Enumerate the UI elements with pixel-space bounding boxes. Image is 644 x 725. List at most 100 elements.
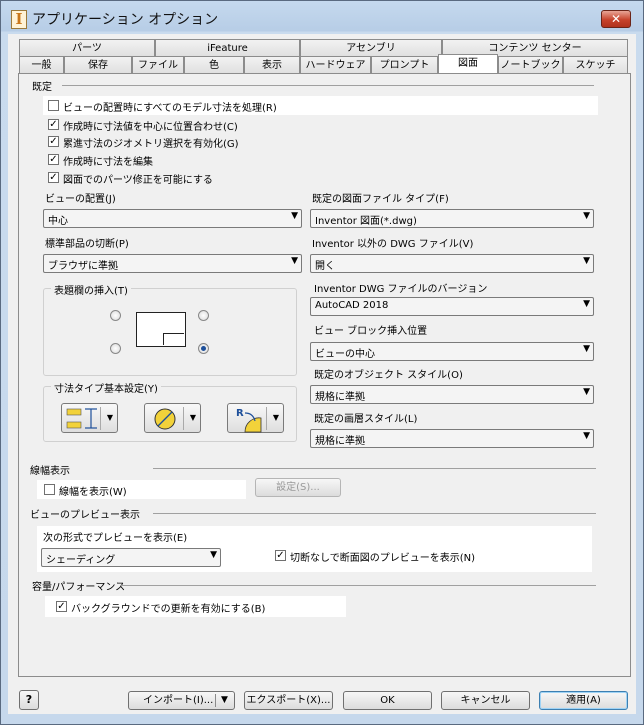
help-button[interactable]: ? (19, 690, 39, 710)
cancel-button[interactable]: キャンセル (441, 691, 530, 710)
preview-section-label: ビューのプレビュー表示 (30, 510, 140, 521)
ordinate-geometry-checkbox[interactable]: ✓ (48, 136, 59, 147)
tab-parts[interactable]: パーツ (19, 39, 155, 56)
chevron-down-icon: ▼ (189, 413, 196, 422)
layer-style-value: 規格に準拠 (315, 436, 365, 447)
section-preview-label: 切断なしで断面図のプレビューを表示(N) (290, 553, 475, 564)
tab-file[interactable]: ファイル (132, 56, 184, 73)
lineweight-separator (153, 468, 596, 469)
object-style-combo[interactable]: 規格に準拠 ▼ (310, 385, 594, 404)
non-inventor-dwg-combo[interactable]: 開く ▼ (310, 254, 594, 273)
preview-format-label: 次の形式でプレビューを表示(E) (43, 533, 188, 544)
part-modify-label: 図面でのパーツ修正を可能にする (63, 175, 213, 186)
import-label: インポート(I)... (143, 695, 214, 706)
lineweight-section-label: 線幅表示 (30, 466, 70, 477)
non-inventor-dwg-value: 開く (315, 261, 335, 272)
diameter-dim-icon (154, 408, 176, 430)
show-lineweight-checkbox[interactable] (44, 484, 55, 495)
chevron-down-icon: ▼ (272, 413, 279, 422)
tab-prompts[interactable]: プロンプト (371, 56, 438, 73)
background-update-checkbox[interactable]: ✓ (56, 601, 67, 612)
export-button[interactable]: エクスポート(X)... (244, 691, 333, 710)
standard-parts-combo[interactable]: ブラウザに準拠 ▼ (43, 254, 302, 273)
chevron-down-icon: ▼ (210, 550, 217, 560)
performance-section-label: 容量/パフォーマンス (32, 582, 126, 593)
apply-button[interactable]: 適用(A) (539, 691, 628, 710)
tab-ifeature[interactable]: iFeature (155, 39, 300, 56)
process-model-dims-label: ビューの配置時にすべてのモデル寸法を処理(R) (63, 103, 277, 114)
split-divider (183, 407, 184, 430)
performance-separator (120, 585, 596, 586)
view-block-position-label: ビュー ブロック挿入位置 (314, 326, 428, 337)
tab-general[interactable]: 一般 (19, 56, 64, 73)
title-block-bottom-left-radio[interactable] (110, 343, 121, 354)
chevron-down-icon: ▼ (583, 256, 590, 266)
ordinate-geometry-label: 累進寸法のジオメトリ選択を有効化(G) (63, 139, 239, 150)
title-bar: I アプリケーション オプション ✕ (1, 1, 643, 35)
tab-assembly[interactable]: アセンブリ (300, 39, 442, 56)
edit-dims-on-create-checkbox[interactable]: ✓ (48, 154, 59, 165)
title-block-icon (163, 333, 184, 345)
chevron-down-icon: ▼ (106, 413, 113, 422)
drawing-file-type-value: Inventor 図面(*.dwg) (315, 216, 417, 227)
background-update-label: バックグラウンドでの更新を有効にする(B) (71, 604, 266, 615)
chevron-down-icon: ▼ (583, 344, 590, 354)
chevron-down-icon: ▼ (221, 695, 228, 705)
drawing-file-type-combo[interactable]: Inventor 図面(*.dwg) ▼ (310, 209, 594, 228)
part-modify-checkbox[interactable]: ✓ (48, 172, 59, 183)
title-block-top-right-radio[interactable] (198, 310, 209, 321)
chevron-down-icon: ▼ (583, 211, 590, 221)
lineweight-settings-button[interactable]: 設定(S)... (255, 478, 341, 497)
object-style-value: 規格に準拠 (315, 392, 365, 403)
dim-type-label: 寸法タイプ基本設定(Y) (51, 380, 161, 395)
preview-separator (153, 513, 596, 514)
defaults-separator (62, 85, 594, 86)
sheet-preview-icon (136, 312, 186, 347)
preview-format-value: シェーディング (46, 555, 116, 566)
dwg-version-combo[interactable]: AutoCAD 2018 ▼ (310, 297, 594, 316)
linear-dim-icon (66, 408, 97, 429)
object-style-label: 既定のオブジェクト スタイル(O) (314, 370, 463, 381)
linear-dim-button[interactable]: ▼ (61, 403, 118, 433)
title-block-label: 表題欄の挿入(T) (51, 282, 131, 297)
radius-dim-button[interactable]: R ▼ (227, 403, 284, 433)
view-block-position-combo[interactable]: ビューの中心 ▼ (310, 342, 594, 361)
tab-color[interactable]: 色 (184, 56, 244, 73)
section-preview-checkbox[interactable]: ✓ (275, 550, 286, 561)
close-button[interactable]: ✕ (601, 10, 631, 28)
chevron-down-icon: ▼ (583, 431, 590, 441)
tab-drawing[interactable]: 図面 (438, 54, 498, 73)
window-title: アプリケーション オプション (32, 12, 219, 28)
chevron-down-icon: ▼ (291, 256, 298, 266)
preview-format-combo[interactable]: シェーディング ▼ (41, 548, 221, 567)
title-block-bottom-right-radio[interactable] (198, 343, 209, 354)
tab-sketch[interactable]: スケッチ (563, 56, 628, 73)
layer-style-combo[interactable]: 規格に準拠 ▼ (310, 429, 594, 448)
ok-button[interactable]: OK (343, 691, 432, 710)
tab-notebook[interactable]: ノートブック (498, 56, 563, 73)
split-divider (215, 694, 216, 707)
split-divider (266, 407, 267, 430)
view-placement-value: 中心 (48, 216, 68, 227)
chevron-down-icon: ▼ (291, 211, 298, 221)
center-align-dims-label: 作成時に寸法値を中心に位置合わせ(C) (63, 122, 238, 133)
diameter-dim-button[interactable]: ▼ (144, 403, 201, 433)
split-divider (100, 407, 101, 430)
edit-dims-on-create-label: 作成時に寸法を編集 (63, 157, 153, 168)
non-inventor-dwg-label: Inventor 以外の DWG ファイル(V) (312, 239, 474, 250)
standard-parts-value: ブラウザに準拠 (48, 261, 118, 272)
dwg-version-label: Inventor DWG ファイルのバージョン (314, 284, 488, 295)
dwg-version-value: AutoCAD 2018 (315, 300, 389, 311)
tab-display[interactable]: 表示 (244, 56, 300, 73)
import-button[interactable]: インポート(I)... ▼ (128, 691, 235, 710)
help-icon: ? (25, 693, 33, 706)
process-model-dims-checkbox[interactable] (48, 100, 59, 111)
tab-save[interactable]: 保存 (64, 56, 132, 73)
radius-dim-icon: R (236, 408, 262, 433)
center-align-dims-checkbox[interactable]: ✓ (48, 119, 59, 130)
tab-hardware[interactable]: ハードウェア (300, 56, 371, 73)
view-placement-combo[interactable]: 中心 ▼ (43, 209, 302, 228)
chevron-down-icon: ▼ (583, 299, 590, 309)
view-placement-label: ビューの配置(J) (45, 194, 116, 205)
title-block-top-left-radio[interactable] (110, 310, 121, 321)
